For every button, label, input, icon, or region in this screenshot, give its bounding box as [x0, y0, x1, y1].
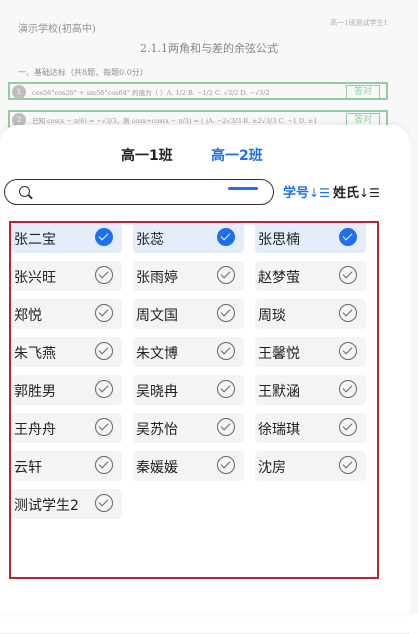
student-item[interactable]: 朱文博 — [133, 337, 244, 367]
answer-status: 答对 — [346, 85, 380, 100]
unchecked-circle-icon[interactable] — [95, 418, 113, 436]
student-name: 王默涵 — [258, 384, 300, 400]
unchecked-circle-icon[interactable] — [339, 266, 357, 284]
student-name: 郑悦 — [14, 308, 42, 324]
student-item[interactable]: 测试学生2 — [11, 489, 122, 519]
student-item[interactable]: 周文国 — [133, 299, 244, 329]
student-item[interactable]: 秦媛媛 — [133, 451, 244, 481]
student-item[interactable]: 沈房 — [255, 451, 366, 481]
tab-class-2[interactable]: 高一2班 — [211, 145, 263, 165]
unchecked-circle-icon[interactable] — [95, 494, 113, 512]
student-name: 测试学生2 — [14, 498, 79, 514]
unchecked-circle-icon[interactable] — [95, 380, 113, 398]
student-item[interactable]: 吴苏怡 — [133, 413, 244, 443]
student-item[interactable]: 郑悦 — [11, 299, 122, 329]
student-name: 周文国 — [136, 308, 178, 324]
sort-by-name-label: 姓氏 — [333, 186, 360, 201]
student-item[interactable]: 云轩 — [11, 451, 122, 481]
unchecked-circle-icon[interactable] — [95, 342, 113, 360]
student-item[interactable]: 张思楠 — [255, 223, 366, 253]
checked-circle-icon[interactable] — [217, 228, 235, 246]
student-item[interactable]: 朱飞燕 — [11, 337, 122, 367]
class-student-picker-sheet: 高一1班 高一2班 学号↓☰ 姓氏↓☰ 张二宝 张蕊 张思楠 张兴旺 张雨婷 赵梦萤 郑悦周… — [0, 125, 410, 634]
student-name: 朱飞燕 — [14, 346, 56, 362]
student-item[interactable]: 张雨婷 — [133, 261, 244, 291]
student-name: 王馨悦 — [258, 346, 300, 362]
unchecked-circle-icon[interactable] — [217, 456, 235, 474]
student-name: 徐瑞琪 — [258, 422, 300, 438]
unchecked-circle-icon[interactable] — [217, 342, 235, 360]
student-name: 张兴旺 — [14, 270, 56, 286]
student-name: 赵梦萤 — [258, 270, 300, 286]
student-item[interactable]: 吴晓冉 — [133, 375, 244, 405]
sort-descending-icon: ↓☰ — [359, 186, 380, 200]
student-name: 周琰 — [258, 308, 286, 324]
student-name: 张雨婷 — [136, 270, 178, 286]
student-item[interactable]: 赵梦萤 — [255, 261, 366, 291]
sort-by-name-button[interactable]: 姓氏↓☰ — [333, 182, 380, 201]
student-item[interactable]: 王默涵 — [255, 375, 366, 405]
section-heading: 一、基础达标（共8题，每题0.0分） — [18, 68, 148, 77]
student-item[interactable]: 周琰 — [255, 299, 366, 329]
question-text: cos56°cos26° + sin56°cos64° 的值为（ ）A. 1/2… — [32, 89, 270, 97]
search-input[interactable] — [37, 183, 266, 203]
student-item[interactable]: 徐瑞琪 — [255, 413, 366, 443]
checked-circle-icon[interactable] — [339, 228, 357, 246]
unchecked-circle-icon[interactable] — [217, 418, 235, 436]
unchecked-circle-icon[interactable] — [339, 418, 357, 436]
student-item[interactable]: 王馨悦 — [255, 337, 366, 367]
unchecked-circle-icon[interactable] — [339, 456, 357, 474]
student-list: 张二宝 张蕊 张思楠 张兴旺 张雨婷 赵梦萤 郑悦 周文国 周琰 朱飞燕 朱文博 王馨悦 郭胜男 吴晓冉王… — [9, 221, 379, 579]
unchecked-circle-icon[interactable] — [339, 342, 357, 360]
unchecked-circle-icon[interactable] — [95, 456, 113, 474]
student-name: 郭胜男 — [14, 384, 56, 400]
scrollbar[interactable] — [410, 0, 418, 614]
student-name: 秦媛媛 — [136, 460, 178, 476]
lesson-title: 2.1.1两角和与差的余弦公式 — [140, 42, 278, 55]
student-name: 张思楠 — [258, 232, 300, 248]
student-item[interactable]: 郭胜男 — [11, 375, 122, 405]
question-text: 已知 cos(x − π/6) = −√3/3，则 cosx+cos(x − π… — [32, 117, 318, 125]
tab-class-1[interactable]: 高一1班 — [121, 145, 173, 165]
student-name: 张二宝 — [14, 232, 56, 248]
student-name: 王舟舟 — [14, 422, 56, 438]
student-name: 云轩 — [14, 460, 42, 476]
unchecked-circle-icon[interactable] — [95, 266, 113, 284]
unchecked-circle-icon[interactable] — [217, 380, 235, 398]
checked-circle-icon[interactable] — [95, 228, 113, 246]
student-name: 朱文博 — [136, 346, 178, 362]
student-name: 吴晓冉 — [136, 384, 178, 400]
unchecked-circle-icon[interactable] — [217, 266, 235, 284]
student-item[interactable]: 张蕊 — [133, 223, 244, 253]
question-number: 1 — [12, 85, 26, 99]
sort-by-id-label: 学号 — [283, 186, 310, 201]
unchecked-circle-icon[interactable] — [95, 304, 113, 322]
student-tag: 高一1班测试学生1 — [330, 19, 388, 27]
student-name: 张蕊 — [136, 232, 164, 248]
student-item[interactable]: 张兴旺 — [11, 261, 122, 291]
search-box[interactable] — [4, 179, 274, 205]
student-item[interactable]: 王舟舟 — [11, 413, 122, 443]
school-name: 演示学校(初高中) — [18, 24, 96, 35]
unchecked-circle-icon[interactable] — [339, 304, 357, 322]
student-name: 吴苏怡 — [136, 422, 178, 438]
unchecked-circle-icon[interactable] — [217, 304, 235, 322]
unchecked-circle-icon[interactable] — [339, 380, 357, 398]
sort-descending-icon: ↓☰ — [309, 186, 330, 200]
student-item[interactable]: 张二宝 — [11, 223, 122, 253]
sort-by-id-button[interactable]: 学号↓☰ — [283, 182, 330, 201]
search-icon — [19, 186, 30, 197]
question-row[interactable]: 1 cos56°cos26° + sin56°cos64° 的值为（ ）A. 1… — [8, 82, 388, 100]
student-name: 沈房 — [258, 460, 286, 476]
